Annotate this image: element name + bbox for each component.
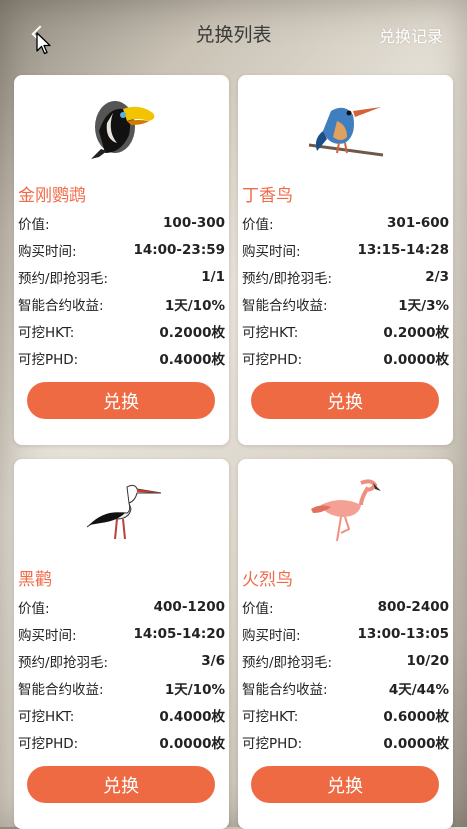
stork-icon — [14, 465, 229, 555]
phd-row: 可挖PHD: 0.4000枚 — [18, 352, 225, 368]
hkt-row: 可挖HKT: 0.4000枚 — [18, 709, 225, 725]
bird-name: 金刚鹦鹉 — [18, 186, 86, 206]
contract-row: 智能合约收益: 1天/10% — [18, 298, 225, 314]
bird-card: 黑鹳 价值: 400-1200 购买时间: 14:05-14:20 预约/即抢羽毛:… — [14, 459, 229, 829]
exchange-button[interactable]: 兑换 — [27, 382, 215, 419]
exchange-record-link[interactable]: 兑换记录 — [379, 23, 443, 47]
phd-row: 可挖PHD: 0.0000枚 — [242, 352, 449, 368]
reserve-row: 预约/即抢羽毛: 3/6 — [18, 653, 225, 671]
value-row: 价值: 800-2400 — [242, 599, 449, 617]
contract-row: 智能合约收益: 1天/3% — [242, 298, 449, 314]
exchange-button[interactable]: 兑换 — [251, 382, 439, 419]
hkt-row: 可挖HKT: 0.2000枚 — [242, 325, 449, 341]
contract-row: 智能合约收益: 4天/44% — [242, 682, 449, 698]
phd-row: 可挖PHD: 0.0000枚 — [18, 736, 225, 752]
bird-card: 火烈鸟 价值: 800-2400 购买时间: 13:00-13:05 预约/即抢羽毛… — [238, 459, 453, 829]
time-row: 购买时间: 13:15-14:28 — [242, 242, 449, 260]
reserve-row: 预约/即抢羽毛: 2/3 — [242, 269, 449, 287]
reserve-row: 预约/即抢羽毛: 10/20 — [242, 653, 449, 671]
time-row: 购买时间: 14:00-23:59 — [18, 242, 225, 260]
contract-row: 智能合约收益: 1天/10% — [18, 682, 225, 698]
hkt-row: 可挖HKT: 0.6000枚 — [242, 709, 449, 725]
exchange-button[interactable]: 兑换 — [27, 766, 215, 803]
hkt-row: 可挖HKT: 0.2000枚 — [18, 325, 225, 341]
header: 兑换列表 兑换记录 — [0, 0, 467, 66]
bird-name: 火烈鸟 — [242, 570, 293, 590]
bird-name: 丁香鸟 — [242, 186, 293, 206]
value-row: 价值: 400-1200 — [18, 599, 225, 617]
time-row: 购买时间: 14:05-14:20 — [18, 626, 225, 644]
mouse-cursor-icon — [36, 32, 51, 55]
value-row: 价值: 100-300 — [18, 215, 225, 233]
bird-card: 丁香鸟 价值: 301-600 购买时间: 13:15-14:28 预约/即抢羽毛:… — [238, 75, 453, 445]
bird-card: 金刚鹦鹉 价值: 100-300 购买时间: 14:00-23:59 预约/即抢羽毛… — [14, 75, 229, 445]
toucan-icon — [14, 81, 229, 171]
kingfisher-icon — [238, 81, 453, 171]
phd-row: 可挖PHD: 0.0000枚 — [242, 736, 449, 752]
reserve-row: 预约/即抢羽毛: 1/1 — [18, 269, 225, 287]
value-row: 价值: 301-600 — [242, 215, 449, 233]
flamingo-icon — [238, 465, 453, 555]
time-row: 购买时间: 13:00-13:05 — [242, 626, 449, 644]
bird-name: 黑鹳 — [18, 570, 52, 590]
exchange-button[interactable]: 兑换 — [251, 766, 439, 803]
